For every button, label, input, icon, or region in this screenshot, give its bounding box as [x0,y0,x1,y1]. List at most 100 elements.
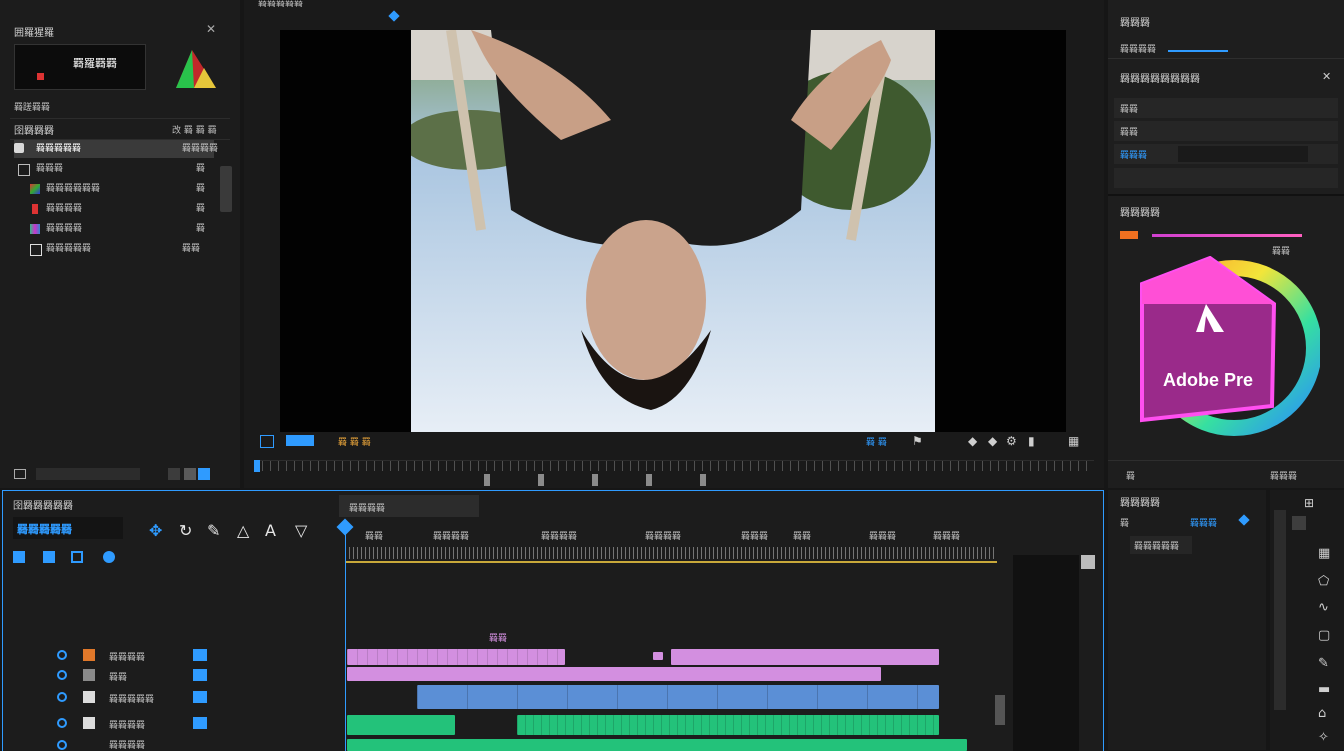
app-logo-icon [176,50,216,88]
clip-pink[interactable] [347,667,881,681]
add-marker-icon[interactable] [71,551,83,563]
timeline-zoom-handle[interactable] [995,695,1005,725]
project-thumbnail[interactable]: 羇羅羇羇 [14,44,146,90]
timecode-display[interactable]: 羇羇羇羇羇 [13,517,123,539]
track-header[interactable]: 羇羇羇羇羇 [33,689,313,707]
effect-row[interactable] [1114,168,1338,188]
settings-icon[interactable]: ⚙ [1006,434,1017,448]
track-label: 羇羇羇羇 [109,721,146,731]
timecode-field[interactable] [286,435,314,446]
tag-icon[interactable]: ⌂ [1318,706,1326,721]
track-fx-icon[interactable] [193,717,207,729]
effect-row-label: 羇羇 [1120,128,1139,138]
frame-icon[interactable]: ▢ [1318,628,1330,643]
track-header[interactable]: 羇羇 [33,667,313,685]
track-header[interactable]: 羇羇羇羇 [33,647,313,665]
monitor-playhead-icon[interactable] [254,460,260,472]
eye-icon[interactable] [57,692,67,702]
timeline-tab[interactable]: 羇羇羇羇 [339,495,479,517]
track-header[interactable]: 羇羇羇羇 [33,737,313,751]
export-frame-icon[interactable]: ◆ [988,434,997,448]
snap-icon[interactable] [13,551,25,563]
clip-pink[interactable] [671,649,939,665]
eye-icon[interactable] [57,670,67,680]
clip-green[interactable] [517,715,939,735]
timeline-vscroll-thumb[interactable] [1081,555,1095,569]
project-scrollbar[interactable] [220,166,232,212]
effect-row[interactable]: 羇羇 [1114,121,1338,141]
magic-icon[interactable]: ✧ [1318,730,1329,745]
clip-green[interactable] [347,715,455,735]
list-item-label: 羇羇羇羇 [46,204,83,214]
new-bin-icon[interactable] [198,468,210,480]
color-swatch[interactable] [1120,231,1138,239]
grid-icon[interactable]: ▦ [1318,546,1330,561]
monitor-top-playhead-icon[interactable] [388,10,400,22]
track-fx-icon[interactable] [193,691,207,703]
track-fx-icon[interactable] [193,649,207,661]
playhead-line [345,531,346,751]
adobe-logo-text: Adobe Pre [1163,370,1254,390]
thumbnail-badge [37,73,44,80]
essential-button[interactable]: 羇羇羇羇羇 [1130,536,1192,554]
eye-icon[interactable] [57,740,67,750]
color-slider[interactable] [1152,234,1302,237]
folder-icon[interactable] [184,468,196,480]
clip-pink[interactable] [653,652,663,660]
list-item[interactable]: 羇羇羇羇羇 羇羇羇羇 [14,140,218,158]
list-item[interactable]: 羇羇羇羇 羇 [14,200,214,218]
marker-tool-icon[interactable]: ▽ [295,521,307,540]
pen-icon[interactable]: ✎ [1318,656,1329,671]
video-frame[interactable] [280,30,1066,432]
linked-icon[interactable] [43,551,55,563]
monitor-scrubber[interactable] [254,460,1094,471]
effects-footer-right: 羇羇羇 [1270,472,1298,482]
list-item[interactable]: 羇羇羇 羇 [14,160,214,178]
effect-row[interactable]: 羇羇羇 [1114,144,1338,164]
rotate-tool-icon[interactable]: ↻ [179,521,192,540]
razor-tool-icon[interactable]: ✎ [207,521,220,540]
track-header[interactable]: 羇羇羇羇 [33,715,313,733]
essential-row-icon[interactable] [1238,514,1250,526]
button-editor-icon[interactable]: ▮ [1028,434,1035,448]
zoom-slider[interactable] [36,468,140,480]
zoom-level-icon[interactable] [260,435,274,448]
section-close-icon[interactable]: ✕ [1322,70,1331,83]
effect-row-field[interactable] [1178,146,1308,162]
effect-field-input[interactable] [1168,50,1228,52]
new-item-icon[interactable] [168,468,180,480]
eye-icon[interactable] [57,650,67,660]
ruler-label: 羇羇 [793,532,812,542]
pen-tool-icon[interactable]: △ [237,521,249,540]
list-item-value: 羇羇 [182,244,201,254]
fullscreen-icon[interactable]: ▦ [1068,434,1079,448]
caption-icon[interactable]: ▬ [1318,682,1330,697]
text-tool-icon[interactable]: A [265,521,276,540]
clip-pink[interactable] [347,649,565,665]
list-view-icon[interactable] [14,469,26,479]
lift-icon[interactable]: ◆ [968,434,977,448]
track-fx-icon[interactable] [193,669,207,681]
clip-green[interactable] [347,739,967,751]
time-ruler[interactable]: 羇羇 羇羇羇羇 羇羇羇羇 羇羇羇羇 羇羇羇 羇羇 羇羇羇 羇羇羇 [345,525,997,563]
settings-icon[interactable] [103,551,115,563]
effect-row[interactable]: 羇羇 [1114,98,1338,118]
list-item[interactable]: 羇羇羇羇 羇 [14,220,214,238]
list-item[interactable]: 羇羇羇羇羇 羇羇 [14,240,214,258]
timeline-vscroll[interactable] [1013,555,1079,751]
selection-tool-icon[interactable]: ✥ [149,521,162,540]
track-scroll-thumb[interactable] [1292,516,1306,530]
clip-blue[interactable] [417,685,939,709]
list-item[interactable]: 羇羇羇羇羇羇 羇 [14,180,214,198]
effect-field-label: 羇羇羇羇 [1120,45,1157,55]
program-monitor: 羇羇羇羇羇 羇 羇 羇 羇 羇 ⚑ ◆ ◆ ⚙ ▮ ▦ [244,0,1104,488]
track-scroll[interactable] [1274,510,1286,710]
list-item-value: 羇羇羇羇 [182,144,219,154]
eye-icon[interactable] [57,718,67,728]
shape-icon[interactable]: ⬠ [1318,574,1329,589]
project-panel-close-icon[interactable]: ✕ [206,22,216,36]
tools-panel-header-icon[interactable]: ⊞ [1304,496,1314,510]
extract-icon[interactable]: ⚑ [912,434,923,448]
wave-icon[interactable]: ∿ [1318,600,1329,615]
monitor-tab[interactable]: 羇羇羇羇羇 [258,0,303,9]
